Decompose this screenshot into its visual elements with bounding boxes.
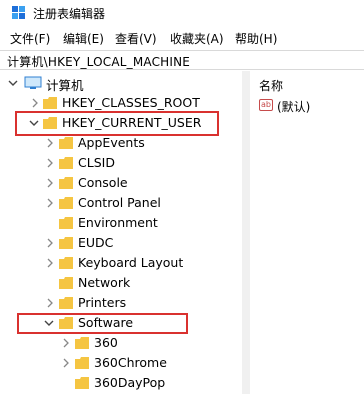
tree-label-hkey-classes-root: HKEY_CLASSES_ROOT xyxy=(62,95,200,110)
string-value-icon: ab xyxy=(259,99,273,111)
tree-item-network[interactable]: Network xyxy=(0,273,240,293)
tree-item-environment[interactable]: Environment xyxy=(0,213,240,233)
tree-item-hkey-classes-root[interactable]: HKEY_CLASSES_ROOT xyxy=(0,93,240,113)
tree-label-clsid: CLSID xyxy=(78,155,115,170)
folder-icon xyxy=(59,217,73,229)
address-path[interactable]: 计算机\HKEY_LOCAL_MACHINE xyxy=(7,53,190,70)
tree-label-360chrome: 360Chrome xyxy=(94,355,167,370)
folder-icon xyxy=(75,337,89,349)
tree-label-computer: 计算机 xyxy=(46,78,84,93)
chevron-right-icon[interactable] xyxy=(45,178,55,188)
chevron-down-icon[interactable] xyxy=(8,78,18,88)
tree-label-360: 360 xyxy=(94,335,118,350)
folder-icon xyxy=(75,377,89,389)
computer-icon xyxy=(24,76,42,89)
tree-item-computer[interactable]: 计算机 xyxy=(0,73,240,93)
folder-icon xyxy=(59,257,73,269)
folder-icon xyxy=(59,177,73,189)
title-bar: 注册表编辑器 xyxy=(0,0,364,26)
folder-icon xyxy=(59,297,73,309)
tree-item-console[interactable]: Console xyxy=(0,173,240,193)
chevron-right-icon[interactable] xyxy=(30,98,40,108)
folder-icon xyxy=(59,277,73,289)
folder-icon xyxy=(43,97,57,109)
tree-label-appevents: AppEvents xyxy=(78,135,145,150)
tree-item-clsid[interactable]: CLSID xyxy=(0,153,240,173)
tree-item-control-panel[interactable]: Control Panel xyxy=(0,193,240,213)
chevron-right-icon[interactable] xyxy=(45,258,55,268)
chevron-right-icon[interactable] xyxy=(45,138,55,148)
folder-icon xyxy=(59,237,73,249)
menu-file[interactable]: 文件(F) xyxy=(10,30,50,47)
chevron-right-icon[interactable] xyxy=(45,238,55,248)
tree-item-eudc[interactable]: EUDC xyxy=(0,233,240,253)
chevron-right-icon[interactable] xyxy=(61,338,71,348)
chevron-right-icon[interactable] xyxy=(61,358,71,368)
tree-label-printers: Printers xyxy=(78,295,127,310)
highlight-box-hkey-current-user xyxy=(15,111,219,136)
menu-help[interactable]: 帮助(H) xyxy=(235,30,277,47)
tree-item-360chrome[interactable]: 360Chrome xyxy=(0,353,240,373)
folder-icon xyxy=(59,197,73,209)
chevron-right-icon[interactable] xyxy=(45,158,55,168)
tree-item-360[interactable]: 360 xyxy=(0,333,240,353)
folder-icon xyxy=(59,137,73,149)
tree-label-keyboard-layout: Keyboard Layout xyxy=(78,255,184,270)
chevron-right-icon[interactable] xyxy=(45,198,55,208)
folder-icon xyxy=(75,357,89,369)
menu-edit[interactable]: 编辑(E) xyxy=(63,30,104,47)
chevron-right-icon[interactable] xyxy=(45,298,55,308)
values-pane: 名称 ab (默认) xyxy=(251,71,364,394)
regedit-app-icon xyxy=(12,6,25,19)
folder-icon xyxy=(59,157,73,169)
window-title: 注册表编辑器 xyxy=(33,7,106,21)
highlight-box-software xyxy=(17,313,188,334)
tree-label-360daypop: 360DayPop xyxy=(94,375,166,390)
tree-item-printers[interactable]: Printers xyxy=(0,293,240,313)
tree-item-keyboard-layout[interactable]: Keyboard Layout xyxy=(0,253,240,273)
menu-bar: 文件(F) 编辑(E) 查看(V) 收藏夹(A) 帮助(H) xyxy=(0,28,364,48)
menu-favorites[interactable]: 收藏夹(A) xyxy=(170,30,224,47)
menu-view[interactable]: 查看(V) xyxy=(115,30,157,47)
address-bar[interactable]: 计算机\HKEY_LOCAL_MACHINE xyxy=(0,50,364,70)
tree-label-environment: Environment xyxy=(78,215,158,230)
value-name-default[interactable]: (默认) xyxy=(277,98,310,115)
column-header-name[interactable]: 名称 xyxy=(259,77,283,94)
tree-item-appevents[interactable]: AppEvents xyxy=(0,133,240,153)
tree-label-network: Network xyxy=(78,275,131,290)
tree-label-control-panel: Control Panel xyxy=(78,195,161,210)
tree-label-eudc: EUDC xyxy=(78,235,114,250)
tree-scrollbar[interactable] xyxy=(242,71,250,394)
tree-label-console: Console xyxy=(78,175,128,190)
tree-item-360daypop[interactable]: 360DayPop xyxy=(0,373,240,393)
